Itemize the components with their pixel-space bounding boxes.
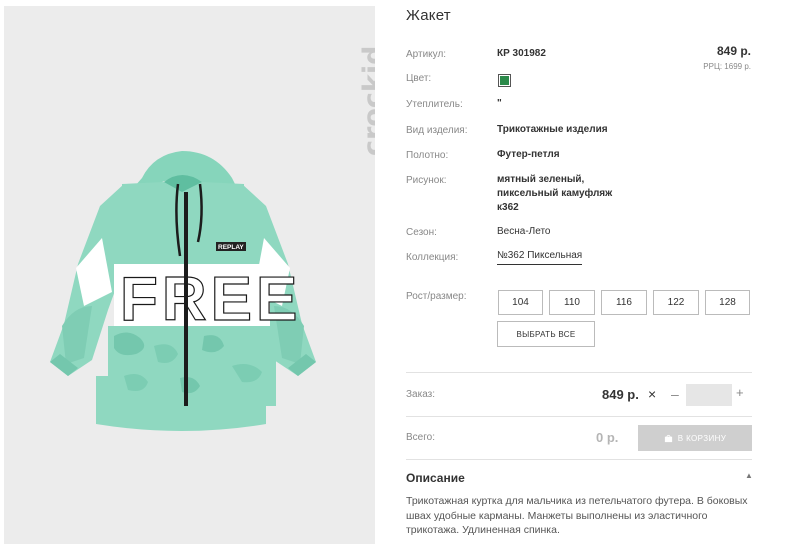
season-label: Сезон:: [406, 227, 437, 238]
pattern-line-1: мятный зеленый,: [497, 174, 585, 185]
product-image[interactable]: FREE REPLAY crockid: [4, 6, 375, 544]
collection-label: Коллекция:: [406, 252, 459, 263]
size-label: Рост/размер:: [406, 291, 467, 302]
replay-badge: REPLAY: [218, 244, 244, 251]
size-option-104[interactable]: 104: [498, 290, 543, 315]
brand-logo-text: crockid: [358, 45, 375, 156]
size-option-122[interactable]: 122: [653, 290, 699, 315]
article-value: КР 301982: [497, 48, 546, 59]
add-to-cart-button[interactable]: В КОРЗИНУ: [638, 425, 752, 451]
quantity-decrement-button[interactable]: –: [671, 386, 679, 402]
pattern-label: Рисунок:: [406, 175, 447, 186]
insulation-value: ": [497, 98, 502, 109]
size-option-116[interactable]: 116: [601, 290, 647, 315]
add-to-cart-label: В КОРЗИНУ: [677, 433, 727, 443]
insulation-label: Утеплитель:: [406, 99, 463, 110]
description-text: Трикотажная куртка для мальчика из петел…: [406, 495, 748, 536]
product-title: Жакет: [406, 7, 451, 24]
pattern-line-2: пиксельный камуфляж: [497, 188, 613, 199]
size-option-110[interactable]: 110: [549, 290, 595, 315]
article-label: Артикул:: [406, 49, 447, 60]
season-value: Весна-Лето: [497, 226, 551, 237]
brand-logo: crockid: [322, 18, 375, 168]
fabric-label: Полотно:: [406, 150, 449, 161]
divider: [406, 459, 752, 460]
free-print: FREE: [120, 265, 301, 334]
fabric-value: Футер-петля: [497, 149, 560, 160]
type-label: Вид изделия:: [406, 125, 468, 136]
total-label: Всего:: [406, 432, 435, 443]
total-value: 0 р.: [596, 430, 619, 445]
type-value: Трикотажные изделия: [497, 124, 608, 135]
size-option-128[interactable]: 128: [705, 290, 750, 315]
color-swatch[interactable]: [498, 74, 511, 87]
select-all-button[interactable]: ВЫБРАТЬ ВСЕ: [497, 321, 595, 347]
rrp-price: РРЦ: 1699 р.: [703, 62, 751, 71]
divider: [406, 372, 752, 373]
collapse-icon[interactable]: ▲: [745, 471, 753, 480]
divider: [406, 416, 752, 417]
pattern-line-3: к362: [497, 202, 519, 213]
product-price: 849 р.: [716, 44, 751, 58]
jacket-illustration: FREE REPLAY: [50, 151, 316, 431]
description-title[interactable]: Описание: [406, 471, 465, 485]
order-label: Заказ:: [406, 389, 436, 400]
basket-icon: [664, 434, 672, 442]
order-price: 849 р.: [602, 387, 639, 402]
color-label: Цвет:: [406, 73, 432, 84]
remove-icon[interactable]: ×: [648, 386, 656, 402]
quantity-increment-button[interactable]: +: [736, 385, 744, 400]
collection-link[interactable]: №362 Пиксельная: [497, 250, 583, 265]
quantity-input[interactable]: [686, 384, 732, 406]
